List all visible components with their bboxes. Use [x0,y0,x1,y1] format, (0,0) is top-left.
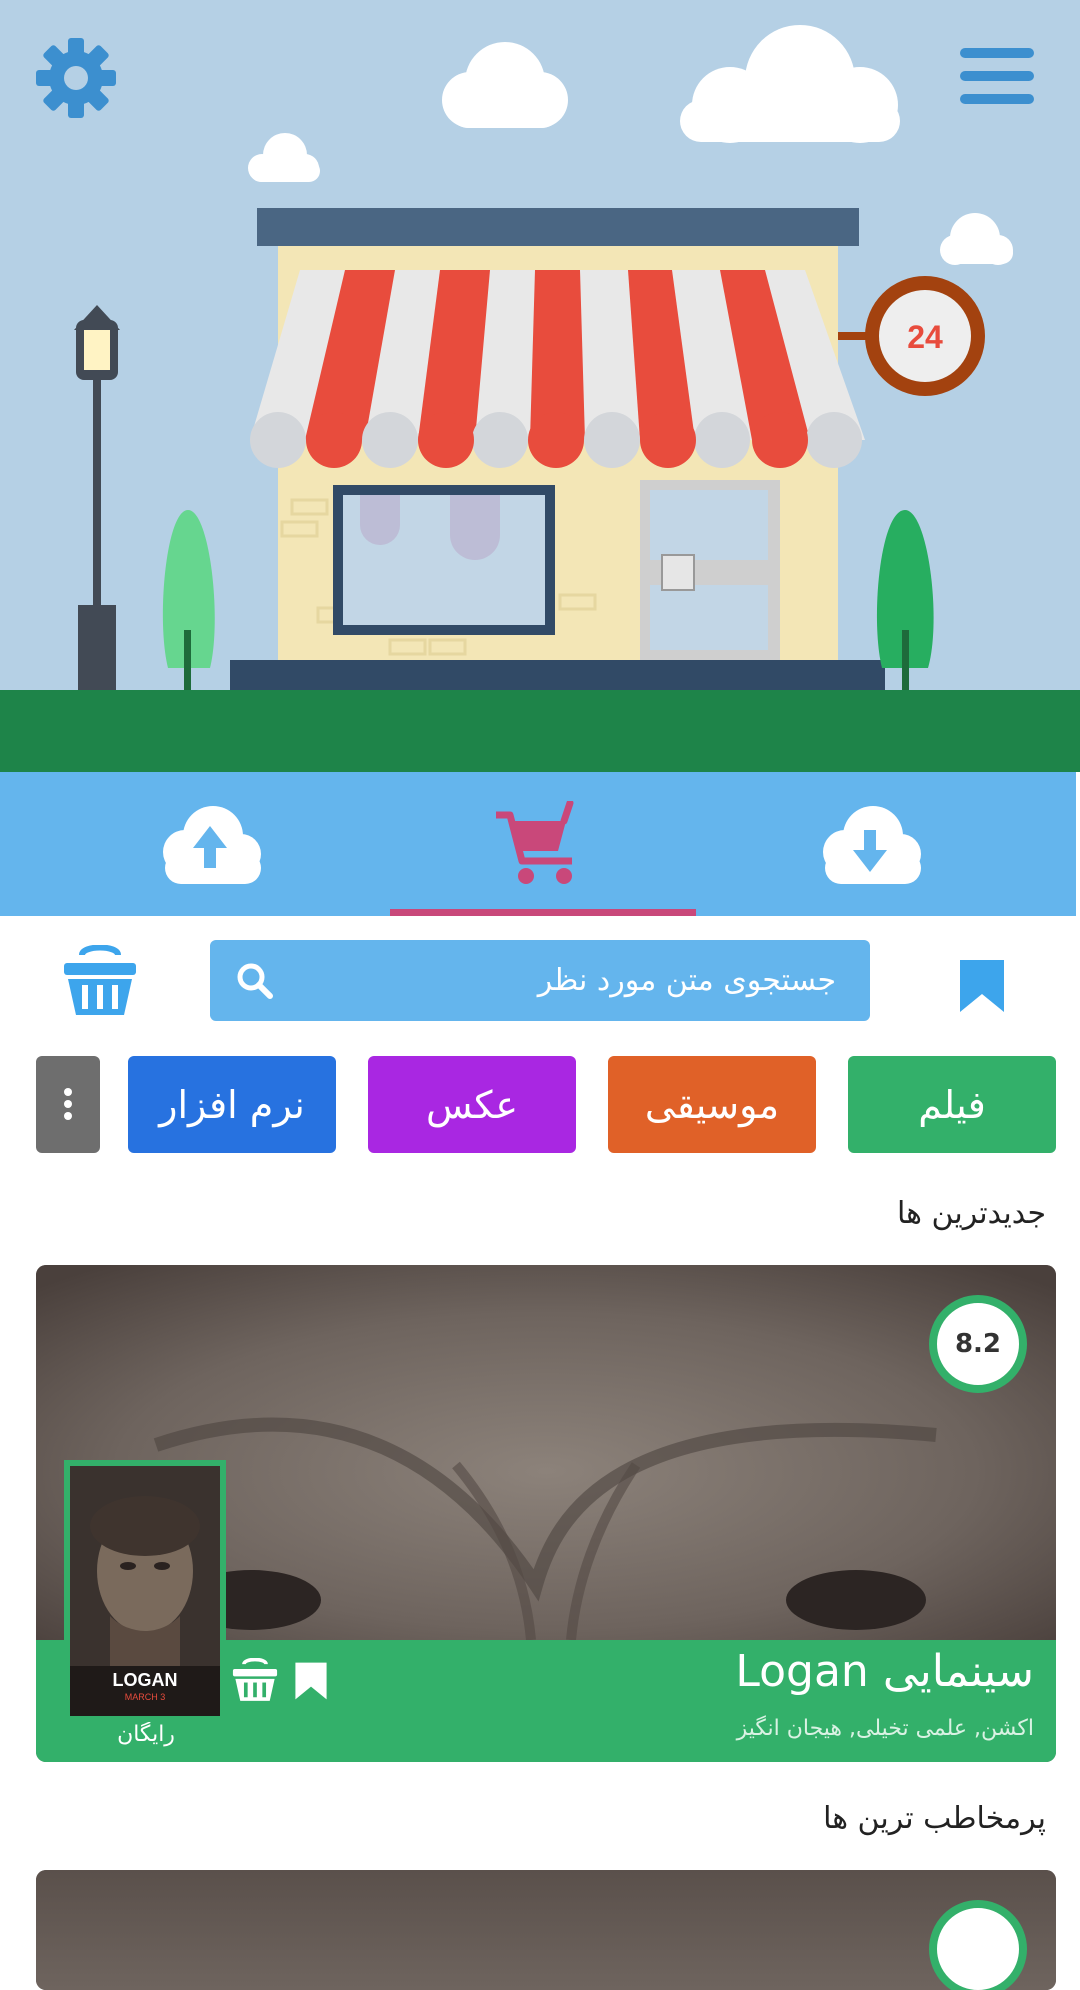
movie-genres: اکشن, علمی تخیلی, هیجان انگیز [736,1716,1034,1741]
rating-badge: 8.2 [929,1295,1027,1393]
category-music-button[interactable]: موسیقی [608,1056,816,1153]
gear-icon [36,38,116,118]
category-photo-button[interactable]: عکس [368,1056,576,1153]
more-vertical-icon [64,1088,72,1120]
basket-icon [64,944,136,1015]
settings-button[interactable] [34,36,118,120]
basket-icon [232,1657,278,1701]
price-label: رایگان [117,1722,175,1747]
shopping-cart-icon [496,801,574,884]
poster-date: MARCH 3 [124,1692,166,1702]
bookmarks-button[interactable] [958,958,1006,1014]
sign-number: 24 [907,319,943,355]
featured-movie-card[interactable]: 8.2 سینمایی Logan اکشن, علمی تخیلی, هیجا… [36,1265,1056,1762]
cloud-icon [680,25,900,143]
tab-indicator [390,909,696,916]
menu-button[interactable] [958,44,1036,108]
menu-icon [960,48,1034,104]
search-icon [237,963,273,999]
search-input[interactable]: جستجوی متن مورد نظر [210,940,870,1021]
ground [0,690,1080,772]
cloud-download-icon [823,806,921,884]
poster-title: LOGAN [112,1670,178,1690]
tab-shop[interactable] [460,772,620,916]
backdrop-image [36,1870,1056,1990]
movie-poster: LOGAN MARCH 3 [64,1460,226,1722]
popular-movie-card[interactable] [36,1870,1056,1990]
cloud-upload-icon [163,806,261,884]
tab-bar [0,772,1076,916]
category-software-button[interactable]: نرم افزار [128,1056,336,1153]
category-movie-button[interactable]: فیلم [848,1056,1056,1153]
bookmark-icon [295,1662,327,1700]
tab-upload[interactable] [130,772,290,916]
cloud-icon [940,213,1013,265]
basket-button[interactable] [60,944,140,1020]
section-title-popular: پرمخاطب ترین ها [823,1801,1046,1836]
bookmark-button[interactable] [294,1660,328,1702]
rating-badge [929,1900,1027,1990]
cloud-icon [442,42,568,128]
section-title-newest: جدیدترین ها [897,1196,1046,1231]
cloud-icon [248,133,320,182]
more-categories-button[interactable] [36,1056,100,1153]
bookmark-icon [960,960,1004,1012]
hero-banner: 24 [0,0,1080,772]
search-placeholder: جستجوی متن مورد نظر [537,963,836,998]
store-illustration: 24 [74,25,1013,690]
add-to-basket-button[interactable] [230,1657,280,1704]
tab-download[interactable] [790,772,950,916]
movie-title: سینمایی Logan [735,1646,1034,1697]
